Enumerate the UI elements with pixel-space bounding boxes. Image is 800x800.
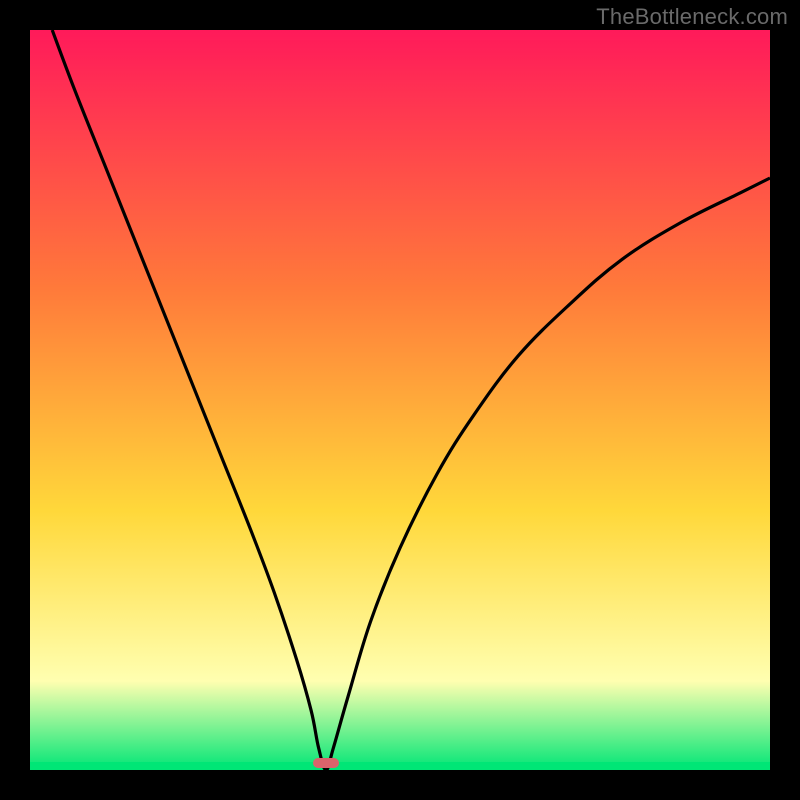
optimal-point-marker xyxy=(313,758,339,768)
bottleneck-curve-path xyxy=(52,30,770,770)
bottleneck-curve xyxy=(30,30,770,770)
plot-area xyxy=(30,30,770,770)
watermark-text: TheBottleneck.com xyxy=(596,4,788,30)
chart-frame: TheBottleneck.com xyxy=(0,0,800,800)
